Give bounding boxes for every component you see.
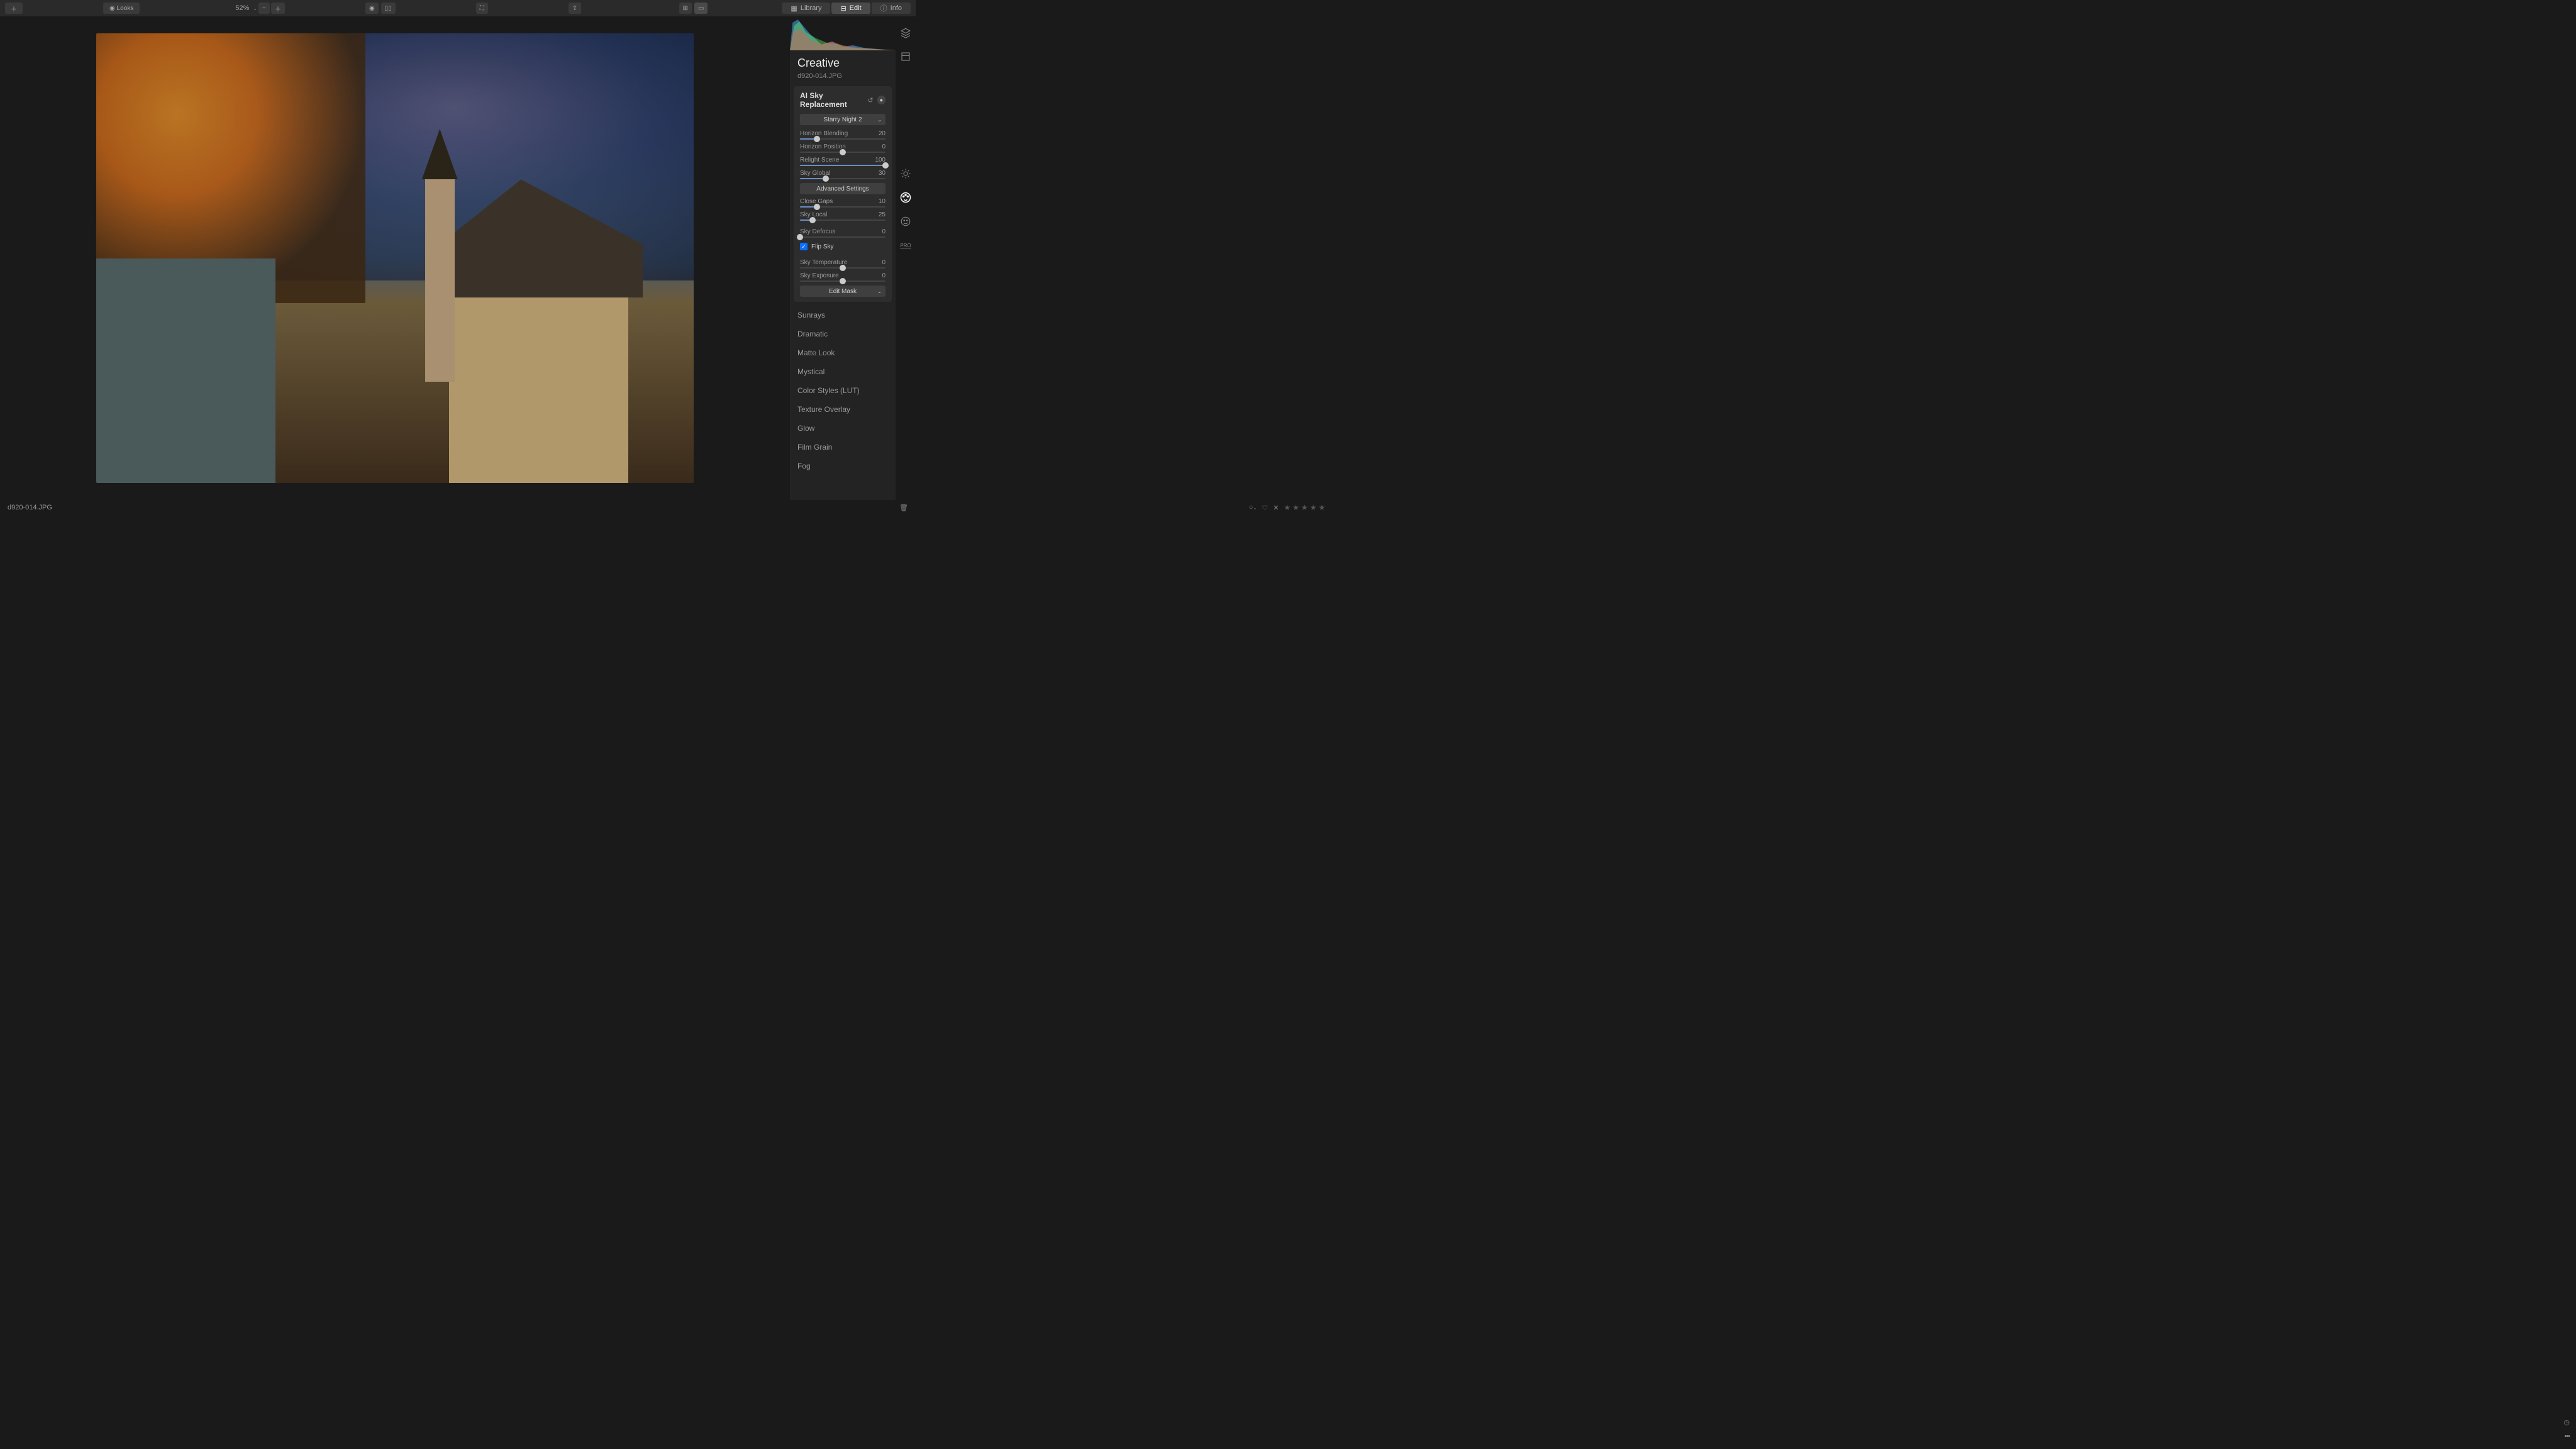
edited-image bbox=[96, 33, 694, 483]
ai-sky-replacement-panel: AI Sky Replacement ↺ ● Starry Night 2 Ho… bbox=[794, 86, 892, 302]
bottom-filename: d920-014.JPG bbox=[8, 504, 52, 511]
panel-filename: d920-014.JPG bbox=[790, 72, 896, 86]
canvas-icon[interactable] bbox=[899, 50, 912, 63]
edit-mask-button[interactable]: Edit Mask bbox=[800, 286, 886, 297]
export-icon: ⇪ bbox=[572, 5, 577, 12]
tool-item-fog[interactable]: Fog bbox=[790, 457, 896, 475]
creative-icon[interactable] bbox=[899, 191, 912, 204]
single-icon: ▭ bbox=[698, 5, 704, 12]
bottom-bar: d920-014.JPG ○⌄ ♡ ✕ ★★★★★ 🗑 bbox=[0, 500, 916, 515]
tool-item-dramatic[interactable]: Dramatic bbox=[790, 325, 896, 343]
tool-item-glow[interactable]: Glow bbox=[790, 419, 896, 438]
favorite-icon[interactable]: ♡ bbox=[1262, 504, 1268, 512]
zoom-level[interactable]: 52% bbox=[233, 4, 252, 12]
tool-item-matte-look[interactable]: Matte Look bbox=[790, 343, 896, 362]
sky-panel-title: AI Sky Replacement bbox=[800, 91, 867, 109]
single-view-button[interactable]: ▭ bbox=[694, 3, 708, 14]
looks-icon: ◉ bbox=[109, 5, 115, 12]
tab-edit[interactable]: ⊟Edit bbox=[831, 3, 870, 14]
layers-icon[interactable] bbox=[899, 26, 912, 39]
eye-icon: ◉ bbox=[369, 5, 375, 12]
tool-item-color-styles-lut-[interactable]: Color Styles (LUT) bbox=[790, 381, 896, 400]
slider-horizon-blending[interactable]: Horizon Blending20 bbox=[800, 130, 886, 140]
compare-button[interactable]: ▯▯ bbox=[381, 3, 396, 14]
sky-preset-dropdown[interactable]: Starry Night 2 bbox=[800, 114, 886, 125]
history-icon[interactable]: ◷ bbox=[2563, 1418, 2570, 1426]
flip-sky-checkbox-row[interactable]: ✓ Flip Sky bbox=[800, 243, 886, 250]
slider-sky-temperature[interactable]: Sky Temperature0 bbox=[800, 259, 886, 269]
preview-button[interactable]: ◉ bbox=[365, 3, 379, 14]
compare-icon: ▯▯ bbox=[385, 5, 392, 12]
reject-icon[interactable]: ✕ bbox=[1273, 504, 1279, 512]
tab-library[interactable]: ▦Library bbox=[782, 3, 830, 14]
grid-icon: ⊞ bbox=[683, 5, 688, 12]
reset-icon[interactable]: ↺ bbox=[867, 96, 873, 104]
add-button[interactable]: ＋ bbox=[5, 3, 23, 14]
sliders-icon: ⊟ bbox=[840, 4, 846, 13]
slider-close-gaps[interactable]: Close Gaps10 bbox=[800, 198, 886, 208]
flip-sky-checkbox[interactable]: ✓ bbox=[800, 243, 808, 250]
tool-item-film-grain[interactable]: Film Grain bbox=[790, 438, 896, 457]
slider-sky-global[interactable]: Sky Global30 bbox=[800, 170, 886, 179]
flip-sky-label: Flip Sky bbox=[811, 243, 834, 250]
looks-button[interactable]: ◉ Looks bbox=[103, 3, 140, 14]
zoom-in-button[interactable]: ＋ bbox=[271, 3, 285, 14]
slider-sky-exposure[interactable]: Sky Exposure0 bbox=[800, 272, 886, 282]
histogram[interactable] bbox=[790, 16, 896, 50]
trash-icon[interactable]: 🗑 bbox=[899, 504, 908, 512]
tool-item-sunrays[interactable]: Sunrays bbox=[790, 306, 896, 325]
library-icon: ▦ bbox=[791, 4, 797, 13]
pro-icon[interactable]: PRO bbox=[899, 239, 912, 252]
side-tool-rail: PRO bbox=[896, 16, 916, 500]
top-toolbar: ＋ ◉ Looks 52% ⌄ − ＋ ◉ ▯▯ ⛶ ⇪ ⊞ ▭ ▦Librar… bbox=[0, 0, 916, 16]
panel-toggle[interactable]: ● bbox=[877, 96, 886, 104]
essentials-icon[interactable] bbox=[899, 167, 912, 180]
crop-icon: ⛶ bbox=[480, 5, 484, 12]
crop-button[interactable]: ⛶ bbox=[476, 3, 488, 14]
image-canvas[interactable] bbox=[0, 16, 790, 500]
tool-item-mystical[interactable]: Mystical bbox=[790, 362, 896, 381]
tab-info[interactable]: ⓘInfo bbox=[872, 3, 911, 14]
portrait-icon[interactable] bbox=[899, 215, 912, 228]
looks-label: Looks bbox=[117, 5, 134, 12]
rating-stars[interactable]: ★★★★★ bbox=[1284, 503, 1327, 512]
color-label-icon[interactable]: ○⌄ bbox=[1249, 504, 1257, 511]
slider-sky-local[interactable]: Sky Local25 bbox=[800, 211, 886, 221]
zoom-out-button[interactable]: − bbox=[258, 3, 270, 14]
panel-title: Creative bbox=[790, 50, 896, 72]
info-icon: ⓘ bbox=[880, 3, 887, 13]
export-button[interactable]: ⇪ bbox=[569, 3, 581, 14]
advanced-settings-header[interactable]: Advanced Settings bbox=[800, 183, 886, 194]
slider-sky-defocus[interactable]: Sky Defocus0 bbox=[800, 228, 886, 238]
slider-relight-scene[interactable]: Relight Scene100 bbox=[800, 157, 886, 166]
tool-item-texture-overlay[interactable]: Texture Overlay bbox=[790, 400, 896, 419]
grid-view-button[interactable]: ⊞ bbox=[679, 3, 692, 14]
more-icon[interactable]: ••• bbox=[2564, 1433, 2570, 1440]
slider-horizon-position[interactable]: Horizon Position0 bbox=[800, 143, 886, 153]
